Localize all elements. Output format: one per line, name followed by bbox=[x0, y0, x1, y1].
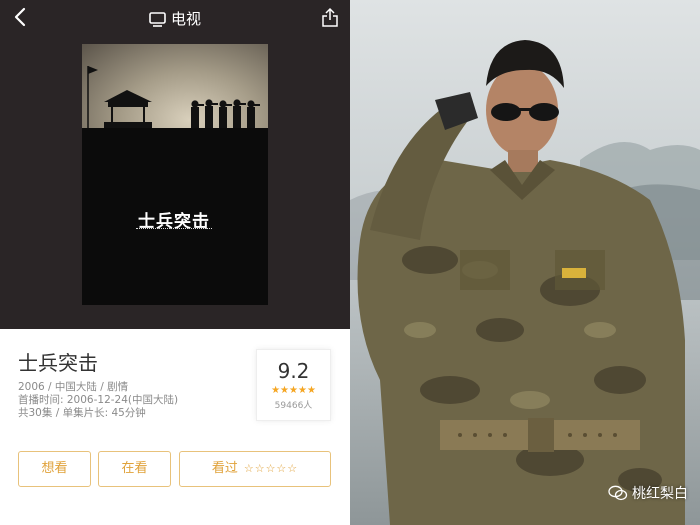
tv-detail-screen: 电视 士兵突击 士兵突击 2006 / 中国大陆 / 剧情 首播时间: 2006… bbox=[0, 0, 350, 525]
watermark: 桃红梨白 bbox=[608, 483, 688, 503]
navigation-bar: 电视 bbox=[0, 0, 350, 36]
nav-title-text: 电视 bbox=[170, 10, 201, 28]
rating-stars: ★★★★★ bbox=[271, 385, 316, 396]
watched-rating-stars[interactable]: ☆☆☆☆☆ bbox=[244, 462, 298, 475]
want-to-watch-button[interactable]: 想看 bbox=[18, 451, 91, 487]
poster-subtitle-dots bbox=[136, 228, 212, 231]
info-card: 士兵突击 2006 / 中国大陆 / 剧情 首播时间: 2006-12-24(中… bbox=[0, 329, 350, 525]
watching-button[interactable]: 在看 bbox=[98, 451, 171, 487]
rating-box[interactable]: 9.2 ★★★★★ 59466人 bbox=[256, 349, 331, 421]
share-icon[interactable] bbox=[320, 6, 340, 28]
show-meta-year-region-genre: 2006 / 中国大陆 / 剧情 bbox=[18, 381, 129, 393]
soldier-illustration bbox=[350, 40, 700, 525]
watched-label: 看过 bbox=[211, 461, 238, 476]
show-meta-premiere: 首播时间: 2006-12-24(中国大陆) bbox=[18, 394, 179, 406]
show-poster[interactable]: 士兵突击 bbox=[82, 44, 268, 305]
poster-silhouette bbox=[82, 66, 268, 164]
tv-icon bbox=[149, 12, 166, 27]
nav-title: 电视 bbox=[0, 8, 350, 29]
watched-button[interactable]: 看过 ☆☆☆☆☆ bbox=[179, 451, 331, 487]
soldier-photo: 桃红梨白 bbox=[350, 0, 700, 525]
wechat-icon bbox=[608, 485, 628, 501]
show-title: 士兵突击 bbox=[18, 351, 98, 375]
show-meta-episodes: 共30集 / 单集片长: 45分钟 bbox=[18, 407, 146, 419]
rating-count: 59466人 bbox=[274, 401, 313, 411]
watermark-text: 桃红梨白 bbox=[632, 486, 688, 502]
rating-score: 9.2 bbox=[277, 359, 310, 383]
